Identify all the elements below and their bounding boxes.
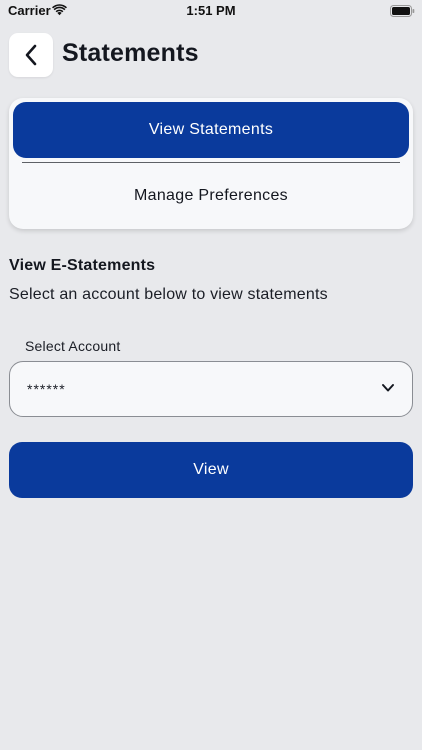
section-description: Select an account below to view statemen… <box>9 286 328 303</box>
back-button[interactable] <box>9 33 53 77</box>
account-select[interactable]: ****** <box>9 361 413 417</box>
page-title: Statements <box>62 39 199 67</box>
status-bar: Carrier 1:51 PM <box>0 0 422 24</box>
segmented-control: View Statements Manage Preferences <box>9 98 413 229</box>
tab-view-statements[interactable]: View Statements <box>13 102 409 158</box>
select-account-label: Select Account <box>25 338 121 354</box>
chevron-left-icon <box>25 44 37 66</box>
tab-manage-preferences[interactable]: Manage Preferences <box>13 168 409 224</box>
chevron-down-icon <box>382 384 394 392</box>
clock: 1:51 PM <box>186 3 236 18</box>
account-select-value: ****** <box>27 381 66 397</box>
view-button[interactable]: View <box>9 442 413 498</box>
section-heading: View E-Statements <box>9 257 156 274</box>
segment-divider <box>22 162 400 163</box>
battery-icon <box>390 5 415 17</box>
